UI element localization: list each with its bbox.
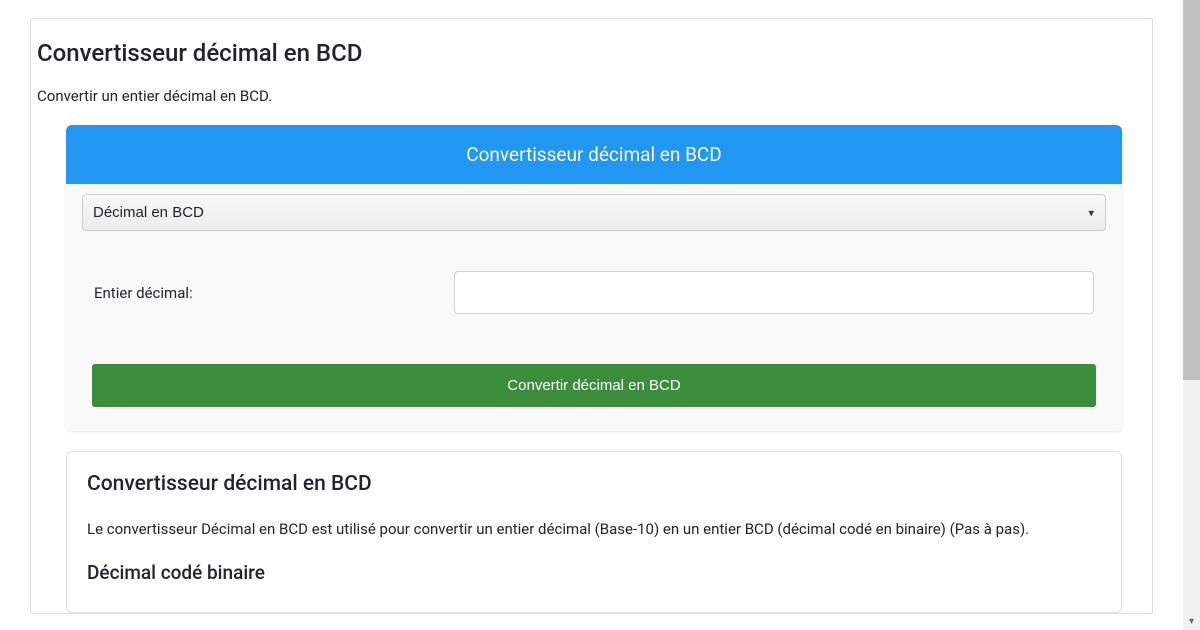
scroll-down-icon[interactable]: ▾ — [1183, 613, 1200, 630]
converter-card: Convertisseur décimal en BCD Décimal en … — [66, 125, 1122, 431]
input-label: Entier décimal: — [94, 284, 454, 302]
input-row: Entier décimal: — [82, 271, 1106, 314]
info-subtitle: Décimal codé binaire — [87, 561, 1101, 584]
decimal-input[interactable] — [454, 271, 1094, 314]
page-subtitle: Convertir un entier décimal en BCD. — [31, 87, 1152, 105]
mode-select-wrapper: Décimal en BCD ▾ — [82, 194, 1106, 231]
convert-button[interactable]: Convertir décimal en BCD — [92, 364, 1096, 407]
info-description: Le convertisseur Décimal en BCD est util… — [87, 518, 1101, 541]
scrollbar-thumb[interactable] — [1183, 0, 1200, 380]
input-wrap — [454, 271, 1094, 314]
scrollbar-track[interactable]: ▴ ▾ — [1183, 0, 1200, 630]
info-title: Convertisseur décimal en BCD — [87, 472, 1101, 496]
card-header: Convertisseur décimal en BCD — [66, 125, 1122, 184]
mode-select[interactable]: Décimal en BCD — [82, 194, 1106, 231]
info-card: Convertisseur décimal en BCD Le converti… — [66, 451, 1122, 613]
card-body: Décimal en BCD ▾ Entier décimal: Convert… — [66, 184, 1122, 431]
page-title: Convertisseur décimal en BCD — [31, 39, 1152, 67]
